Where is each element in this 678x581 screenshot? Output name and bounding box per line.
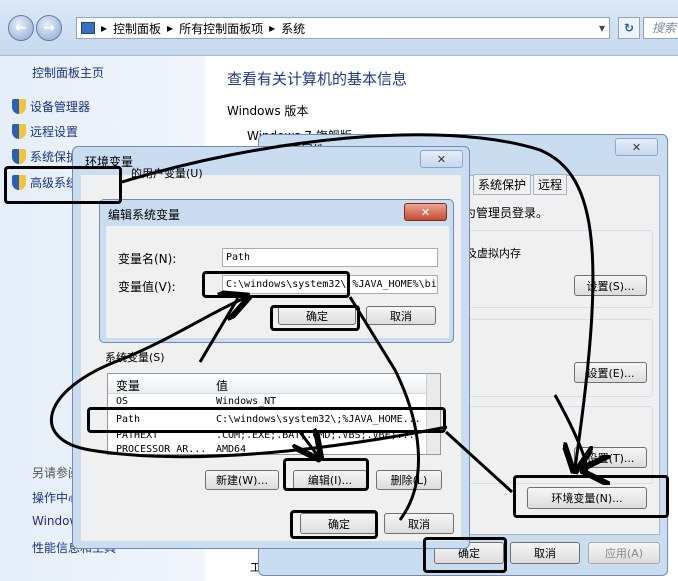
- arrow-advanced-to-env: [121, 133, 595, 468]
- arrow-env-to-edit: [444, 430, 514, 494]
- annotation-arrows: [50, 133, 678, 521]
- arrow-ok-chain: [348, 296, 420, 521]
- arrow-path-to-edit: [300, 432, 318, 456]
- arrow-value-to-ok: [198, 297, 240, 363]
- arrow-edit-to-value: [50, 298, 448, 459]
